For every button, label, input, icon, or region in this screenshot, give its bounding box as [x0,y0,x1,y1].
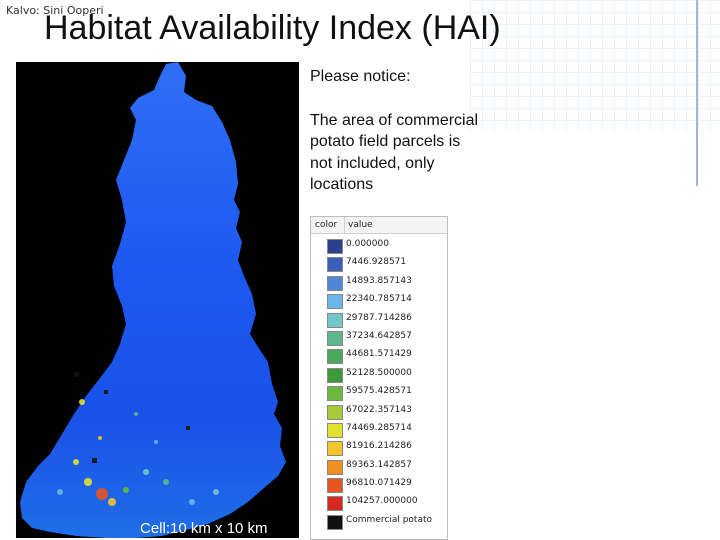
map-legend: color value 0.000000 7446.928571 14893.857… [310,216,448,540]
legend-swatch [327,441,343,457]
legend-rows: 0.000000 7446.928571 14893.857143 22340.785… [311,237,447,531]
legend-value: 59575.428571 [346,386,412,397]
legend-item: 59575.428571 [311,384,447,402]
legend-item: 37234.642857 [311,329,447,347]
legend-item: 0.000000 [311,237,447,255]
legend-swatch [327,459,343,475]
legend-value: 67022.357143 [346,404,412,415]
legend-value: 7446.928571 [346,257,407,268]
legend-swatch [327,367,343,383]
decorative-line [696,0,698,186]
legend-value: 104257.000000 [346,496,418,507]
legend-swatch [327,330,343,346]
legend-item: 44681.571429 [311,347,447,365]
legend-item: 29787.714286 [311,311,447,329]
legend-swatch [327,349,343,365]
legend-item: 22340.785714 [311,292,447,310]
legend-value: 0.000000 [346,239,389,249]
legend-col-color: color [315,220,338,230]
legend-value: 96810.071429 [346,478,412,489]
legend-item: 52128.500000 [311,366,447,384]
legend-header: color value [311,217,447,234]
legend-item: 89363.142857 [311,458,447,476]
finland-shape [20,62,286,538]
legend-item: 96810.071429 [311,476,447,494]
legend-item: Commercial potato [311,513,447,531]
legend-value: 14893.857143 [346,275,412,286]
notice-heading: Please notice: [310,68,411,85]
legend-swatch [327,257,343,273]
legend-swatch [327,386,343,402]
legend-value: 81916.214286 [346,441,412,452]
legend-value: 52128.500000 [346,367,412,378]
legend-swatch [327,404,343,420]
legend-col-value: value [344,217,373,233]
legend-swatch [327,294,343,310]
legend-swatch [327,422,343,438]
legend-value: 74469.285714 [346,422,412,433]
legend-value: Commercial potato [346,514,432,525]
legend-swatch [327,478,343,494]
legend-swatch [327,275,343,291]
notice-text: Please notice: The area of commercial po… [310,66,480,196]
hai-map [16,62,299,538]
legend-item: 81916.214286 [311,439,447,457]
legend-item: 74469.285714 [311,421,447,439]
legend-item: 104257.000000 [311,494,447,512]
legend-value: 37234.642857 [346,330,412,341]
legend-item: 67022.357143 [311,403,447,421]
legend-value: 29787.714286 [346,312,412,323]
legend-swatch [327,496,343,512]
slide-title: Habitat Availability Index (HAI) [44,9,501,47]
legend-item: 7446.928571 [311,255,447,273]
legend-value: 89363.142857 [346,459,412,470]
legend-swatch [327,514,343,530]
legend-swatch [327,239,343,254]
legend-swatch [327,312,343,328]
legend-item: 14893.857143 [311,274,447,292]
legend-value: 22340.785714 [346,294,412,305]
cell-size-label: Cell:10 km x 10 km [140,520,268,537]
finland-map-graphic [20,62,286,538]
notice-body: The area of commercial potato field parc… [310,111,479,194]
legend-value: 44681.571429 [346,349,412,360]
background-grid [470,0,720,130]
